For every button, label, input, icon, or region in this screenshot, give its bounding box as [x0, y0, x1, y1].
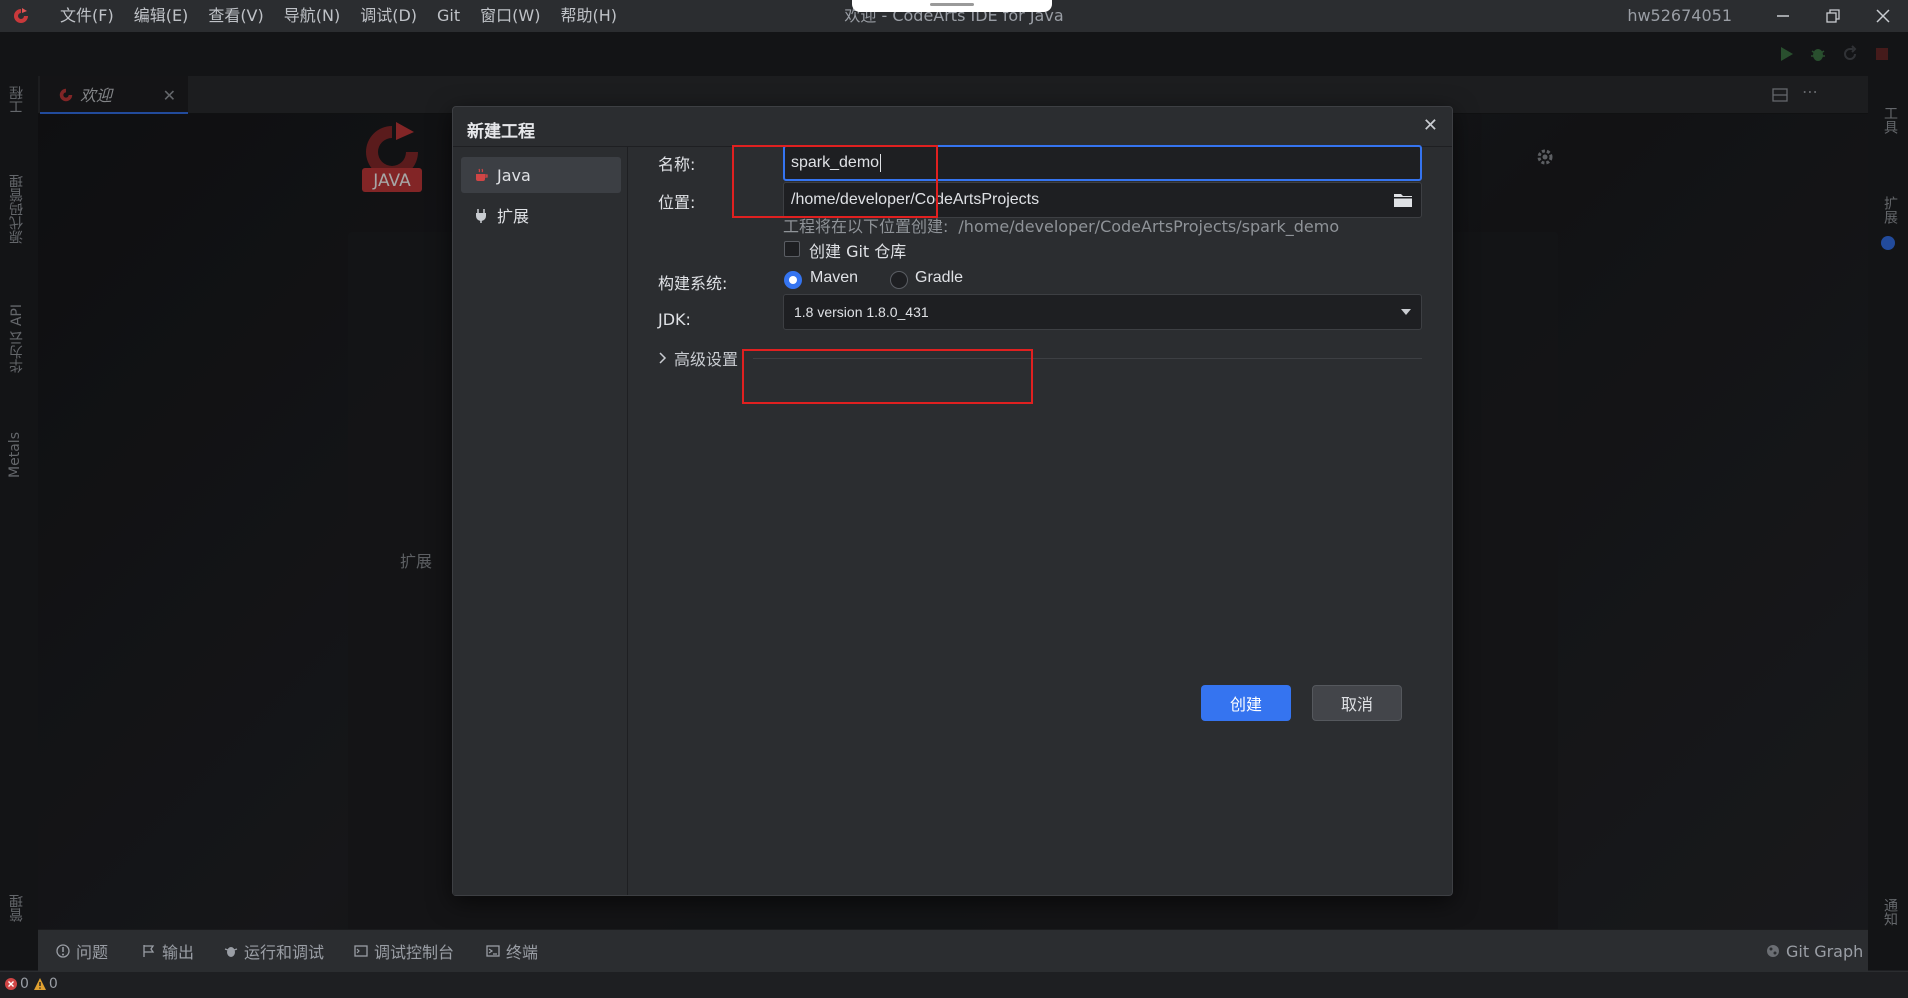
git-graph-button[interactable]: Git Graph — [1766, 930, 1863, 972]
menu-navigate[interactable]: 导航(N) — [274, 0, 350, 32]
annotation-box-jdk — [742, 349, 1033, 404]
chevron-right-icon — [659, 352, 667, 364]
menu-window[interactable]: 窗口(W) — [470, 0, 550, 32]
git-graph-icon — [1767, 945, 1779, 957]
problems-icon — [56, 944, 70, 958]
jdk-selected-value: 1.8 version 1.8.0_431 — [794, 304, 929, 320]
minimize-icon — [1777, 15, 1789, 17]
window-drag-handle[interactable] — [852, 0, 1052, 12]
minimize-button[interactable] — [1758, 0, 1808, 32]
panel-label: 终端 — [506, 943, 539, 962]
build-system-label: 构建系统: — [658, 274, 728, 293]
new-project-dialog: 新建工程 ✕ Java 扩展 名称: spark_demo 位置: /home/… — [452, 106, 1453, 896]
hint-prefix: 工程将在以下位置创建: — [783, 217, 949, 236]
title-bar: 文件(F) 编辑(E) 查看(V) 导航(N) 调试(D) Git 窗口(W) … — [0, 0, 1908, 32]
maven-radio[interactable] — [784, 271, 802, 289]
codearts-logo-icon — [14, 8, 28, 23]
cancel-button[interactable]: 取消 — [1312, 685, 1402, 721]
dialog-close-icon[interactable]: ✕ — [1423, 115, 1438, 136]
console-icon — [354, 945, 368, 957]
error-count: 0 — [20, 976, 29, 992]
jdk-select[interactable]: 1.8 version 1.8.0_431 — [783, 294, 1422, 330]
bottom-panel-bar: 问题 输出 运行和调试 调试控制台 终端 Git Graph — [38, 929, 1868, 971]
warning-icon — [33, 978, 46, 990]
advanced-settings-toggle[interactable]: 高级设置 — [658, 346, 738, 370]
status-bar: 0 0 — [0, 971, 1908, 998]
menu-bar: 文件(F) 编辑(E) 查看(V) 导航(N) 调试(D) Git 窗口(W) … — [50, 0, 627, 32]
chevron-down-icon — [1401, 309, 1411, 315]
panel-label: 问题 — [76, 943, 109, 962]
panel-label: 运行和调试 — [244, 943, 325, 962]
bug-icon — [224, 947, 238, 957]
project-type-label: Java — [497, 165, 531, 185]
git-graph-label: Git Graph — [1786, 941, 1864, 961]
advanced-settings-label: 高级设置 — [674, 350, 739, 369]
panel-output[interactable]: 输出 — [142, 930, 194, 972]
menu-git[interactable]: Git — [427, 0, 470, 32]
gradle-label[interactable]: Gradle — [915, 269, 963, 287]
project-type-list: Java 扩展 — [453, 147, 628, 895]
panel-debug-console[interactable]: 调试控制台 — [354, 930, 454, 972]
coffee-icon — [476, 168, 488, 181]
panel-label: 输出 — [162, 943, 195, 962]
flag-icon — [143, 945, 155, 957]
folder-icon[interactable] — [1393, 191, 1413, 209]
project-type-java[interactable]: Java — [461, 157, 621, 193]
user-account[interactable]: hw52674051 — [1627, 0, 1732, 32]
restore-icon — [1826, 9, 1840, 23]
plug-icon — [476, 209, 486, 223]
close-window-button[interactable] — [1858, 0, 1908, 32]
panel-run-debug[interactable]: 运行和调试 — [224, 930, 324, 972]
project-type-extensions[interactable]: 扩展 — [461, 197, 621, 233]
project-type-label: 扩展 — [497, 207, 530, 226]
gradle-radio[interactable] — [890, 271, 908, 289]
panel-label: 调试控制台 — [374, 943, 455, 962]
warning-count: 0 — [48, 976, 58, 992]
dialog-header: 新建工程 ✕ — [453, 107, 1452, 147]
hint-path: /home/developer/CodeArtsProjects/spark_d… — [958, 217, 1340, 236]
menu-view[interactable]: 查看(V) — [198, 0, 273, 32]
panel-terminal[interactable]: 终端 — [486, 930, 538, 972]
terminal-icon — [486, 945, 500, 957]
annotation-box-name — [732, 145, 938, 218]
menu-edit[interactable]: 编辑(E) — [124, 0, 199, 32]
jdk-label: JDK: — [658, 310, 691, 329]
location-label: 位置: — [658, 193, 696, 212]
create-git-label[interactable]: 创建 Git 仓库 — [809, 238, 906, 262]
error-icon — [5, 978, 17, 990]
error-warning-status[interactable]: 0 0 — [4, 976, 58, 992]
restore-button[interactable] — [1808, 0, 1858, 32]
menu-help[interactable]: 帮助(H) — [550, 0, 627, 32]
panel-problems[interactable]: 问题 — [56, 930, 108, 972]
create-git-checkbox[interactable] — [784, 241, 800, 257]
maven-label[interactable]: Maven — [810, 269, 858, 287]
create-button[interactable]: 创建 — [1201, 685, 1291, 721]
menu-debug[interactable]: 调试(D) — [350, 0, 427, 32]
name-label: 名称: — [658, 155, 696, 174]
menu-file[interactable]: 文件(F) — [50, 0, 124, 32]
dialog-title: 新建工程 — [467, 122, 535, 142]
close-icon — [1876, 9, 1890, 23]
